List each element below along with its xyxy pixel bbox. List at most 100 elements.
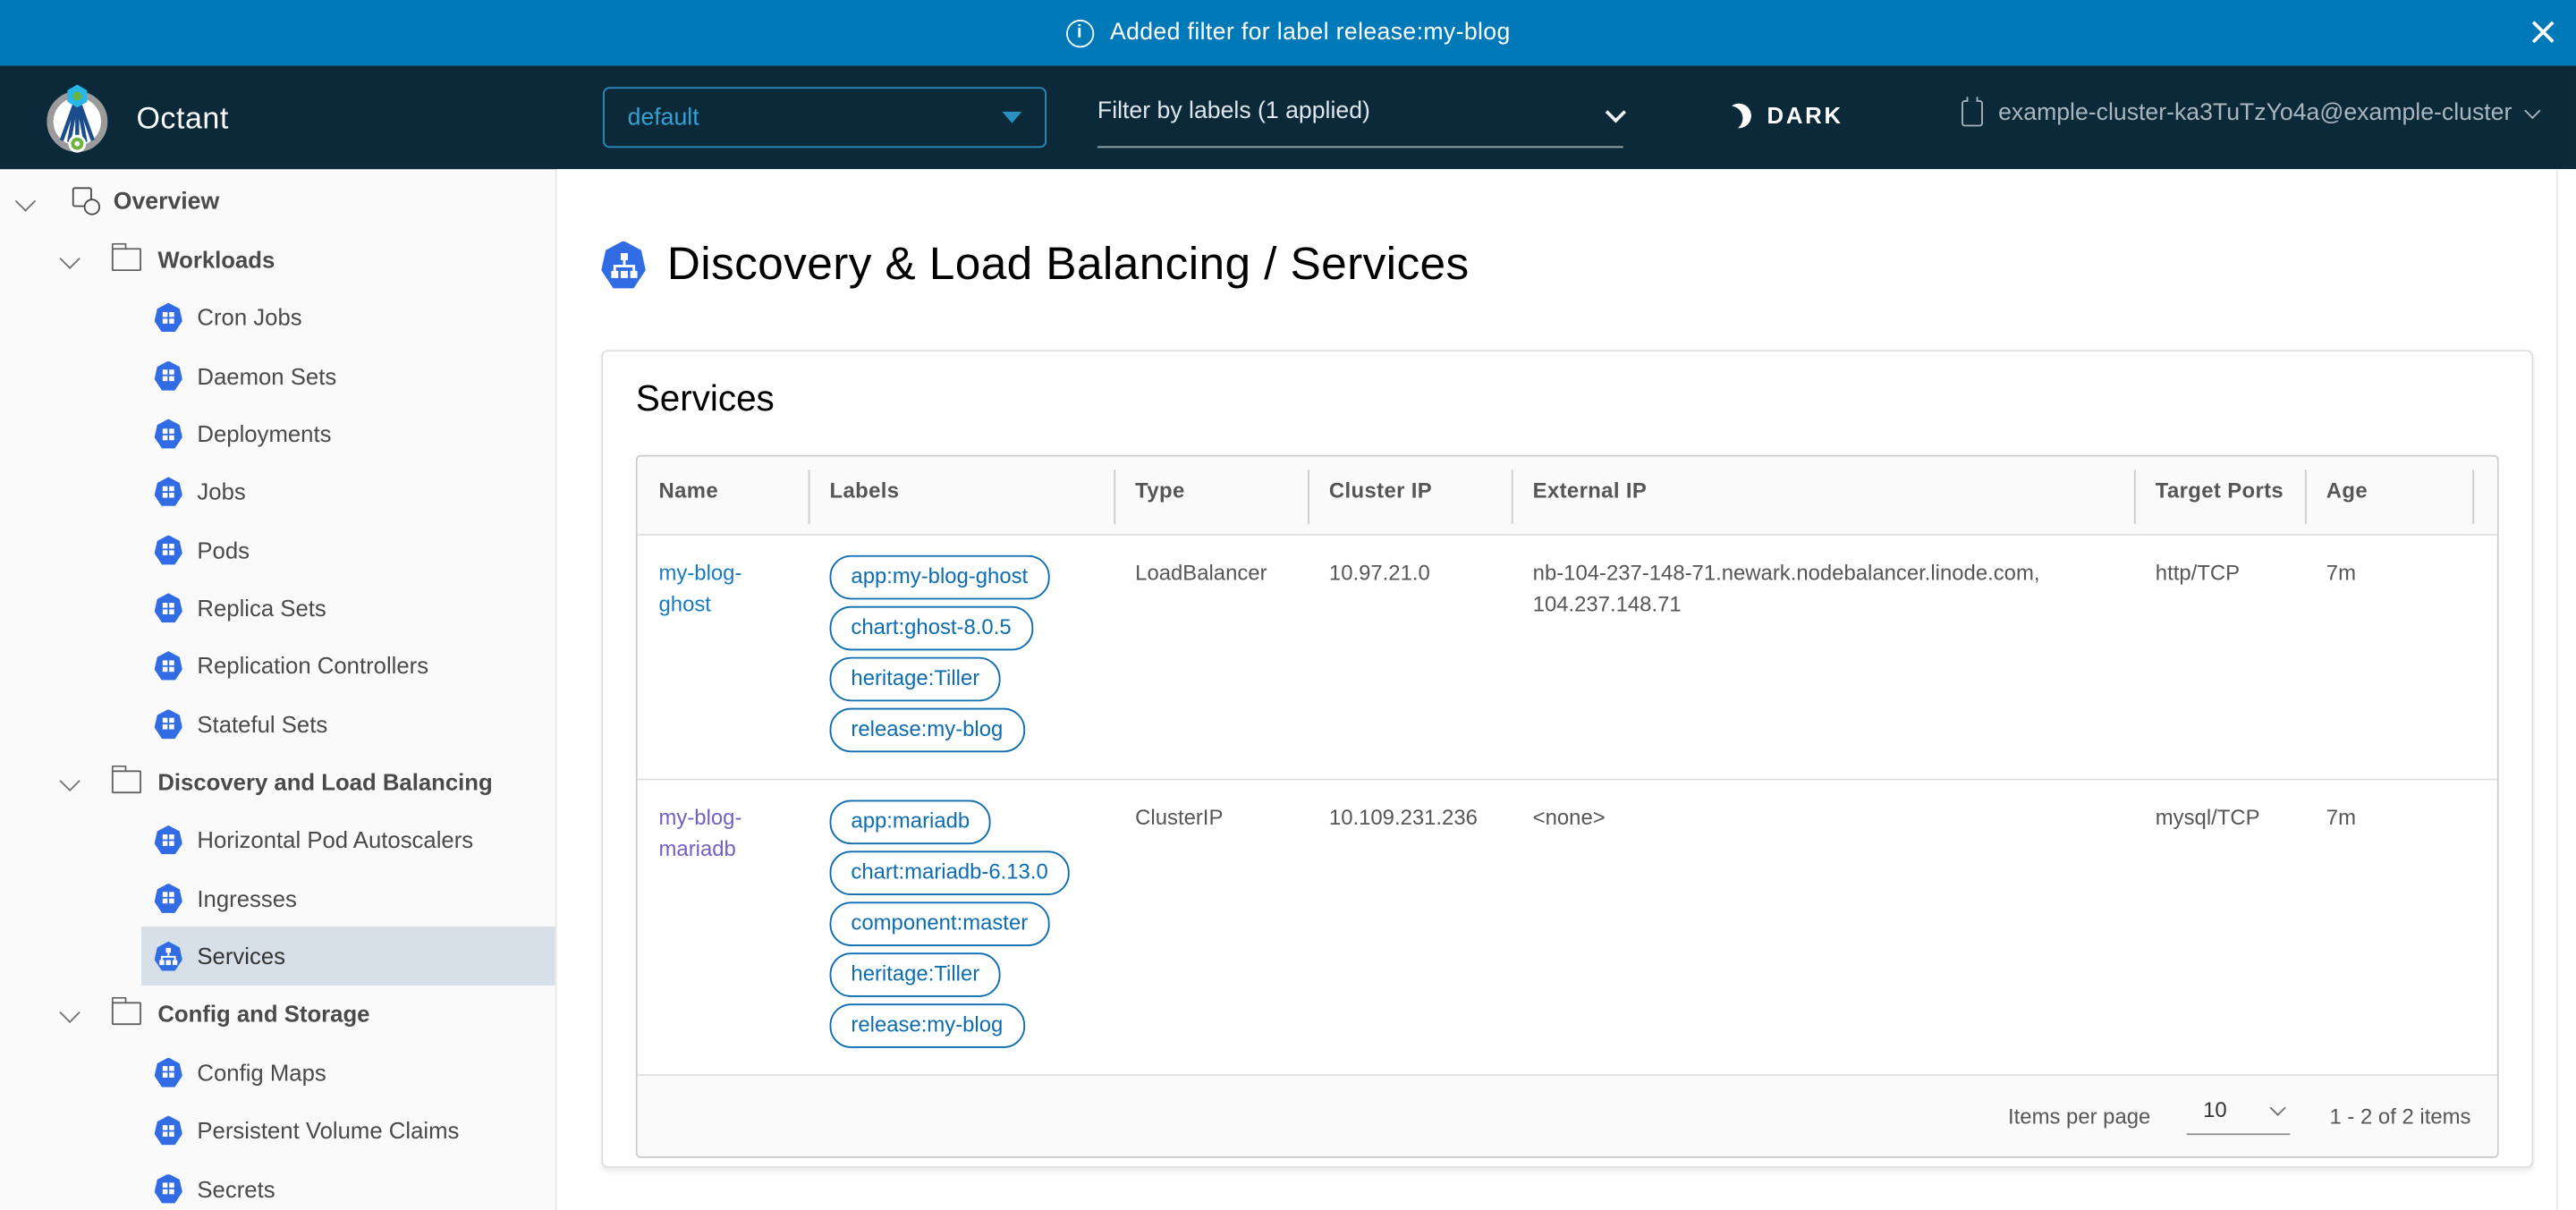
sidebar-item-services[interactable]: Services [141,927,557,986]
label-pill[interactable]: heritage:Tiller [830,952,1002,997]
items-per-page-label: Items per page [2008,1104,2150,1129]
target-ports-cell: mysql/TCP [2134,780,2305,1074]
sidebar-item-replica-sets[interactable]: Replica Sets [141,579,557,637]
external-ip-line: 104.237.148.71 [1533,588,2114,620]
folder-icon [112,771,141,794]
chevron-down-icon[interactable] [61,250,80,269]
scrollbar[interactable] [2556,169,2576,1210]
persistent-volume-claims-icon [155,1115,182,1145]
chevron-down-icon [2524,103,2540,119]
replica-sets-icon [155,593,182,622]
table-row: my-blog-ghost app:my-blog-ghost chart:gh… [638,536,2497,781]
chevron-down-icon [2270,1100,2286,1116]
daemon-sets-icon [155,361,182,391]
sidebar-item-config-maps[interactable]: Config Maps [141,1044,557,1102]
column-header-target-ports: Target Ports [2134,457,2305,534]
replication-controllers-icon [155,651,182,681]
cluster-icon [1962,100,1984,126]
column-header-name: Name [638,457,809,534]
secrets-icon [155,1173,182,1203]
moon-icon [1723,99,1754,131]
table-pagination: Items per page 10 1 - 2 of 2 items [638,1076,2497,1156]
type-cell: LoadBalancer [1114,536,1308,779]
ingresses-icon [155,884,182,913]
table-row: my-blog-mariadb app:mariadb chart:mariad… [638,780,2497,1076]
label-filter-text: Filter by labels (1 applied) [1097,98,1370,124]
sidebar-item-ingresses[interactable]: Ingresses [141,869,557,927]
sidebar-item-daemon-sets[interactable]: Daemon Sets [141,347,557,405]
jobs-icon [155,477,182,506]
sidebar-item-pods[interactable]: Pods [141,520,557,579]
items-per-page-value: 10 [2203,1097,2227,1122]
sidebar-item-deployments[interactable]: Deployments [141,405,557,463]
label-pill[interactable]: chart:ghost-8.0.5 [830,606,1033,651]
sidebar-item-replication-controllers[interactable]: Replication Controllers [141,637,557,695]
config-maps-icon [155,1058,182,1087]
cluster-ip-cell: 10.97.21.0 [1308,536,1512,779]
notification-bar: i Added filter for label release:my-blog [0,0,2576,65]
external-ip-line: nb-104-237-148-71.newark.nodebalancer.li… [1533,557,2114,588]
sidebar-section-config-and-storage[interactable]: Config and Storage [0,986,555,1044]
notification-message: Added filter for label release:my-blog [1110,20,1511,46]
page-title: Discovery & Load Balancing / Services [667,238,1470,291]
chevron-down-icon[interactable] [16,191,36,211]
close-icon[interactable] [2529,18,2556,46]
sidebar-item-overview[interactable]: Overview [0,173,555,231]
column-header-labels: Labels [809,457,1114,534]
app-title: Octant [136,99,228,135]
label-pill[interactable]: release:my-blog [830,708,1025,753]
namespace-value: default [628,105,699,131]
theme-toggle-button[interactable]: DARK [1726,102,1843,128]
octant-logo [41,81,114,154]
target-ports-cell: http/TCP [2134,536,2305,779]
chevron-down-icon[interactable] [61,1004,80,1024]
column-header-external-ip: External IP [1512,457,2134,534]
sidebar-item-horizontal-pod-autoscalers[interactable]: Horizontal Pod Autoscalers [141,811,557,869]
sidebar-section-workloads[interactable]: Workloads [0,231,555,289]
theme-toggle-label: DARK [1767,102,1843,128]
pagination-range: 1 - 2 of 2 items [2330,1104,2471,1129]
namespace-select[interactable]: default [603,87,1046,148]
age-cell: 7m [2305,536,2472,779]
sidebar-item-stateful-sets[interactable]: Stateful Sets [141,695,557,753]
label-pill[interactable]: release:my-blog [830,1003,1025,1048]
horizontal-pod-autoscalers-icon [155,825,182,855]
main-content: Discovery & Load Balancing / Services Se… [557,169,2576,1210]
chevron-down-icon[interactable] [61,772,80,791]
dropdown-triangle-icon [1002,112,1021,123]
label-pill[interactable]: component:master [830,901,1050,946]
cluster-context-label: example-cluster-ka3TuTzYo4a@example-clus… [1998,100,2512,126]
label-pill[interactable]: app:mariadb [830,800,992,844]
folder-icon [112,248,141,271]
label-pill[interactable]: chart:mariadb-6.13.0 [830,850,1070,895]
sidebar-item-jobs[interactable]: Jobs [141,462,557,520]
sidebar-item-secrets[interactable]: Secrets [141,1159,557,1210]
column-header-spacer [2472,457,2510,534]
type-cell: ClusterIP [1114,780,1308,1074]
services-card: Services Name Labels Type Cluster IP Ext… [601,350,2533,1168]
table-header-row: Name Labels Type Cluster IP External IP … [638,457,2497,536]
label-pill[interactable]: app:my-blog-ghost [830,555,1050,600]
sidebar-item-persistent-volume-claims[interactable]: Persistent Volume Claims [141,1102,557,1160]
service-name-link[interactable]: my-blog-mariadb [659,805,742,860]
label-filter-dropdown[interactable]: Filter by labels (1 applied) [1097,98,1623,148]
label-pill[interactable]: heritage:Tiller [830,657,1002,702]
external-ip-cell: nb-104-237-148-71.newark.nodebalancer.li… [1512,536,2134,779]
services-table: Name Labels Type Cluster IP External IP … [636,455,2499,1158]
octant-app: i Added filter for label release:my-blog… [0,0,2576,1210]
service-name-link[interactable]: my-blog-ghost [659,560,742,615]
stateful-sets-icon [155,709,182,739]
column-header-age: Age [2305,457,2472,534]
sidebar-section-discovery-and-load-balancing[interactable]: Discovery and Load Balancing [0,753,555,811]
column-header-type: Type [1114,457,1308,534]
cluster-context-selector[interactable]: example-cluster-ka3TuTzYo4a@example-clus… [1962,100,2538,126]
sidebar-item-cron-jobs[interactable]: Cron Jobs [141,289,557,347]
cron-jobs-icon [155,303,182,333]
column-header-cluster-ip: Cluster IP [1308,457,1512,534]
external-ip-cell: <none> [1512,780,2134,1074]
sidebar: Overview Workloads Cron Jobs Daemon Sets… [0,169,557,1210]
items-per-page-select[interactable]: 10 [2187,1097,2291,1135]
deployments-icon [155,419,182,448]
info-icon: i [1065,19,1093,47]
services-icon [155,942,182,971]
